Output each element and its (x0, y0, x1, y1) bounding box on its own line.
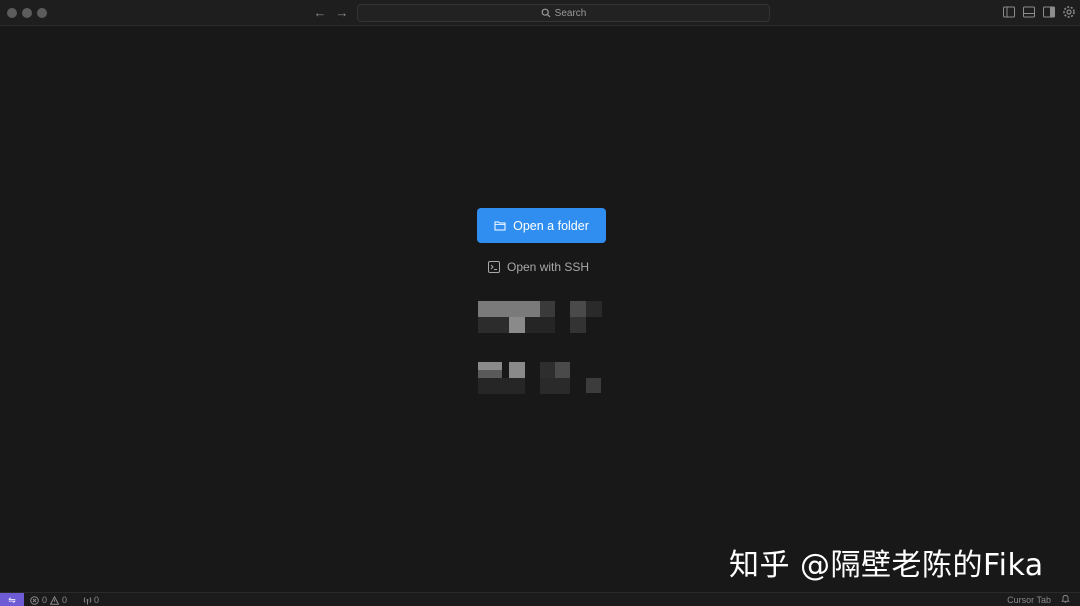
pixelation-block (586, 378, 601, 393)
search-icon (541, 8, 551, 18)
arrow-left-icon[interactable]: ← (312, 5, 328, 21)
toggle-secondary-sidebar-icon[interactable] (1042, 5, 1056, 19)
folder-icon (494, 221, 506, 231)
title-bar: ← → Search (0, 0, 1080, 26)
pixelation-block (478, 301, 540, 317)
pixelation-block (478, 370, 502, 378)
remote-indicator-button[interactable]: ⇋ (0, 593, 24, 606)
error-icon (30, 595, 39, 605)
cursor-tab-status[interactable]: Cursor Tab (1007, 595, 1051, 605)
minimize-window-button[interactable] (22, 8, 32, 18)
pixelation-block (570, 301, 586, 317)
arrow-right-icon[interactable]: → (334, 5, 350, 21)
pixelation-block (540, 378, 570, 394)
open-with-ssh-button[interactable]: Open with SSH (488, 256, 596, 278)
layout-controls (1002, 5, 1076, 19)
pixelation-block (509, 362, 525, 378)
pixelation-block (478, 378, 525, 394)
pixelation-block (540, 301, 555, 317)
antenna-icon (83, 596, 92, 605)
settings-gear-icon[interactable] (1062, 5, 1076, 19)
pixelation-block (586, 301, 602, 317)
open-folder-button[interactable]: Open a folder (477, 208, 606, 243)
pixelation-block (478, 362, 502, 370)
remote-connection-icon: ⇋ (8, 595, 16, 605)
toggle-primary-sidebar-icon[interactable] (1002, 5, 1016, 19)
navigation-buttons: ← → (312, 5, 350, 21)
recent-project-item-obscured[interactable] (478, 362, 613, 402)
pixelation-block (540, 362, 555, 378)
close-window-button[interactable] (7, 8, 17, 18)
toggle-panel-icon[interactable] (1022, 5, 1036, 19)
terminal-icon (488, 261, 500, 273)
ports-indicator[interactable]: 0 (83, 595, 99, 605)
pixelation-block (478, 317, 509, 333)
window-controls (7, 8, 47, 18)
maximize-window-button[interactable] (37, 8, 47, 18)
search-label: Search (554, 7, 587, 19)
warning-icon (50, 595, 60, 605)
notifications-bell-icon[interactable] (1061, 594, 1072, 605)
pixelation-block (570, 317, 586, 333)
recent-project-item-obscured[interactable] (478, 301, 613, 341)
watermark-text: 知乎 @隔壁老陈的Fika (729, 548, 1044, 583)
open-folder-label: Open a folder (513, 218, 589, 233)
pixelation-block (525, 317, 555, 333)
warning-count: 0 (62, 595, 68, 605)
problems-indicator[interactable]: 0 0 (30, 595, 67, 605)
pixelation-block (555, 362, 570, 378)
status-bar: ⇋ 0 0 0 Cursor Tab (0, 592, 1080, 606)
open-ssh-label: Open with SSH (507, 260, 590, 274)
pixelation-block (509, 317, 525, 333)
ports-count: 0 (94, 595, 100, 605)
error-count: 0 (42, 595, 48, 605)
command-search-box[interactable]: Search (357, 4, 770, 22)
